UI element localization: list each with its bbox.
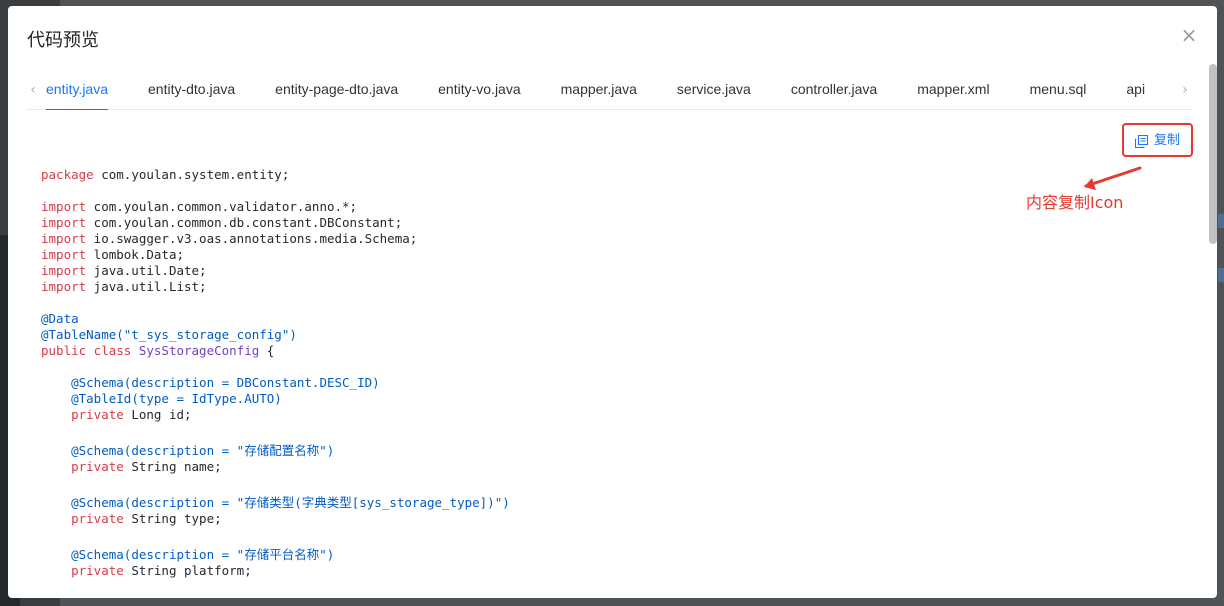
code-token: @TableName("t_sys_storage_config")	[41, 327, 297, 342]
code-token: SysStorageConfig	[138, 343, 260, 358]
file-tabs: ‹ entity.java entity-dto.java entity-page-…	[26, 72, 1192, 110]
code-token: @Schema(description = "存储配置名称")	[71, 443, 335, 458]
code-token: import	[41, 279, 87, 294]
tab-prev-icon[interactable]: ‹	[26, 80, 40, 100]
code-token: com.youlan.common.db.constant.DBConstant…	[86, 215, 403, 230]
code-token: @Schema(description = "存储平台名称")	[71, 547, 335, 562]
copy-icon	[1135, 134, 1148, 148]
code-line: import java.util.Date;	[41, 263, 1141, 279]
code-token: public class	[41, 343, 139, 358]
code-token: private	[71, 459, 124, 474]
code-line: public class SysStorageConfig {	[41, 343, 1141, 359]
modal-scrollbar[interactable]	[1209, 64, 1217, 244]
code-line: @Schema(description = "存储类型(字典类型[sys_sto…	[41, 495, 1141, 511]
code-token: import	[41, 247, 87, 262]
code-token: @TableId(type = IdType.AUTO)	[71, 391, 282, 406]
code-line: import lombok.Data;	[41, 247, 1141, 263]
code-line: private Long id;	[41, 407, 1141, 423]
code-token: private	[71, 511, 124, 526]
code-line: import com.youlan.common.db.constant.DBC…	[41, 215, 1141, 231]
tab-service-java[interactable]: service.java	[677, 72, 751, 110]
tab-controller-java[interactable]: controller.java	[791, 72, 877, 110]
annotation-label: 内容复制Icon	[1026, 193, 1124, 212]
code-line: package com.youlan.system.entity;	[41, 167, 1141, 183]
code-token: import	[41, 231, 87, 246]
modal-title: 代码预览	[27, 30, 99, 51]
code-token: @Data	[41, 311, 79, 326]
code-line: @Schema(description = "存储平台名称")	[41, 547, 1141, 563]
code-token: String platform;	[123, 563, 252, 578]
tab-entity-dto-java[interactable]: entity-dto.java	[148, 72, 235, 110]
background-link-fragment	[1218, 268, 1224, 282]
tab-entity-java[interactable]: entity.java	[46, 72, 108, 110]
code-token: import	[41, 199, 87, 214]
tab-api[interactable]: api	[1126, 72, 1145, 110]
code-line: @TableId(type = IdType.AUTO)	[41, 391, 1141, 407]
code-token: java.util.List;	[86, 279, 207, 294]
code-token: Long id;	[123, 407, 192, 422]
tab-next-icon[interactable]: ›	[1178, 80, 1192, 100]
tab-mapper-java[interactable]: mapper.java	[561, 72, 637, 110]
code-line: @Data	[41, 311, 1141, 327]
code-preview-modal: 代码预览 × ‹ entity.java entity-dto.java entit…	[8, 6, 1217, 598]
tab-list: entity.java entity-dto.java entity-page-dt…	[46, 72, 1172, 110]
code-line: private String type;	[41, 511, 1141, 527]
code-token: com.youlan.common.validator.anno.*;	[86, 199, 358, 214]
code-token: {	[259, 343, 275, 358]
code-token: package	[41, 167, 94, 182]
code-token: String type;	[123, 511, 222, 526]
code-line: @TableName("t_sys_storage_config")	[41, 327, 1141, 343]
code-line: @Schema(description = DBConstant.DESC_ID…	[41, 375, 1141, 391]
code-token: @Schema(description = "存储类型(字典类型[sys_sto…	[71, 495, 510, 510]
code-line: import java.util.List;	[41, 279, 1141, 295]
code-line: private String name;	[41, 459, 1141, 475]
tab-entity-vo-java[interactable]: entity-vo.java	[438, 72, 520, 110]
code-token: @Schema(description = DBConstant.DESC_ID…	[71, 375, 380, 390]
background-link-fragment	[1218, 214, 1224, 228]
code-block: package com.youlan.system.entity; import …	[41, 167, 1141, 579]
code-token: import	[41, 263, 87, 278]
close-button[interactable]: ×	[1177, 23, 1201, 47]
copy-button[interactable]: 复制	[1135, 132, 1180, 150]
code-line: @Schema(description = "存储配置名称")	[41, 443, 1141, 459]
code-line: import io.swagger.v3.oas.annotations.med…	[41, 231, 1141, 247]
copy-label: 复制	[1154, 133, 1181, 148]
code-token: com.youlan.system.entity;	[93, 167, 290, 182]
tab-menu-sql[interactable]: menu.sql	[1030, 72, 1087, 110]
code-token: io.swagger.v3.oas.annotations.media.Sche…	[86, 231, 418, 246]
code-token: private	[71, 407, 124, 422]
code-line: import com.youlan.common.validator.anno.…	[41, 199, 1141, 215]
code-line: private String platform;	[41, 563, 1141, 579]
code-token: private	[71, 563, 124, 578]
code-token: String name;	[123, 459, 222, 474]
tab-entity-page-dto-java[interactable]: entity-page-dto.java	[275, 72, 398, 110]
code-token: import	[41, 215, 87, 230]
tab-mapper-xml[interactable]: mapper.xml	[917, 72, 989, 110]
code-token: lombok.Data;	[86, 247, 184, 262]
code-token: java.util.Date;	[86, 263, 207, 278]
